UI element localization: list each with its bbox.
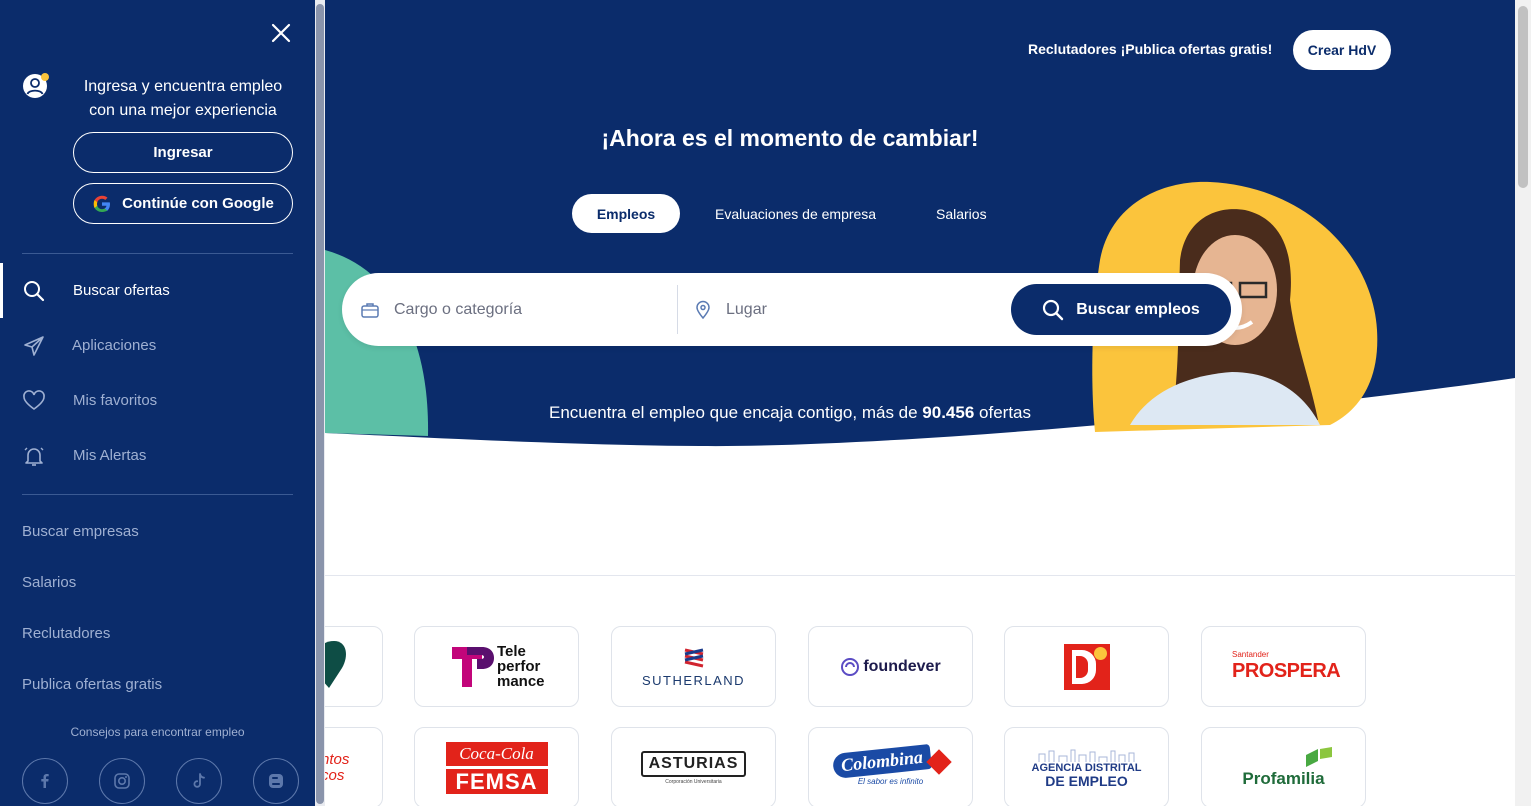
link-buscar-empresas[interactable]: Buscar empresas [22, 523, 139, 540]
foundever-text: foundever [863, 657, 941, 675]
nav-mis-alertas-label: Mis Alertas [73, 447, 147, 464]
page-scrollbar-thumb[interactable] [1518, 6, 1528, 188]
nav-aplicaciones[interactable]: Aplicaciones [0, 318, 315, 373]
offers-count: 90.456 [922, 403, 975, 422]
side-drawer: Ingresa y encuentra empleo con una mejor… [0, 0, 325, 806]
briefcase-icon [361, 302, 379, 318]
tab-salarios[interactable]: Salarios [936, 206, 987, 222]
company-card-profamilia[interactable]: Profamilia [1201, 727, 1366, 806]
company-card-foundever[interactable]: foundever [808, 626, 973, 707]
drawer-scrollbar-thumb[interactable] [316, 4, 324, 804]
nav-aplicaciones-label: Aplicaciones [72, 337, 157, 354]
search-bar: Cargo o categoría Lugar Buscar empleos [342, 273, 1242, 346]
company-card-sutherland[interactable]: SUTHERLAND [611, 626, 776, 707]
nav-mis-favoritos-label: Mis favoritos [73, 392, 158, 409]
job-search-placeholder: Cargo o categoría [394, 300, 523, 318]
facebook-button[interactable] [22, 758, 68, 804]
d1-logo [1063, 643, 1110, 690]
instagram-button[interactable] [99, 758, 145, 804]
heart-icon [23, 389, 45, 410]
asturias-text: ASTURIAS [640, 750, 747, 777]
search-tabs: Empleos [572, 194, 680, 233]
search-jobs-label: Buscar empleos [1076, 300, 1200, 318]
coca-cola-text: Coca-Cola [445, 741, 548, 766]
company-card-agencia-empleo[interactable]: AGENCIA DISTRITAL DE EMPLEO [1004, 727, 1169, 806]
company-card-asturias[interactable]: ASTURIAS Corporación Universitaria [611, 727, 776, 806]
colombina-text: Colombina [832, 743, 933, 780]
search-jobs-button[interactable]: Buscar empleos [1011, 284, 1231, 335]
profamilia-logo [1305, 746, 1332, 767]
job-search-input[interactable]: Cargo o categoría [360, 273, 522, 346]
blog-icon [269, 774, 283, 788]
page-scrollbar[interactable] [1515, 0, 1531, 806]
google-icon [93, 195, 111, 212]
drawer-divider-2 [22, 494, 293, 495]
agencia-bottom-text: DE EMPLEO [1045, 772, 1128, 789]
login-message: Ingresa y encuentra empleo con una mejor… [83, 78, 283, 119]
colombina-logo: Colombina [832, 743, 952, 780]
section-divider [325, 575, 1515, 576]
drawer-divider-1 [22, 253, 293, 254]
asturias-sub-text: Corporación Universitaria [665, 778, 722, 785]
company-card-d1[interactable]: D1 [1004, 626, 1169, 707]
map-pin-icon [696, 300, 710, 319]
drawer-scrollbar[interactable] [315, 0, 325, 806]
hero-subtitle: Encuentra el empleo que encaja contigo, … [470, 403, 1110, 423]
send-icon [24, 335, 44, 356]
nav-mis-favoritos[interactable]: Mis favoritos [0, 373, 315, 428]
link-publica-ofertas[interactable]: Publica ofertas gratis [22, 676, 162, 693]
create-cv-button[interactable]: Crear HdV [1293, 30, 1391, 70]
femsa-text: FEMSA [445, 768, 548, 794]
agencia-top-text: AGENCIA DISTRITAL [1031, 761, 1142, 774]
login-button-label: Ingresar [153, 144, 213, 161]
tiktok-button[interactable] [176, 758, 222, 804]
instagram-icon [114, 773, 130, 789]
partial-logo-text: ntos cos [321, 751, 350, 784]
company-card-teleperformance[interactable]: Tele perfor mance [414, 626, 579, 707]
nav-buscar-ofertas-label: Buscar ofertas [73, 282, 170, 299]
nav-buscar-ofertas[interactable]: Buscar ofertas [0, 263, 315, 318]
location-input[interactable]: Lugar [694, 273, 767, 346]
search-icon [1043, 299, 1064, 320]
company-card-coca-cola-femsa[interactable]: Coca-Cola FEMSA [414, 727, 579, 806]
hero-title: ¡Ahora es el momento de cambiar! [601, 125, 979, 151]
search-icon [24, 280, 45, 301]
close-icon[interactable] [268, 20, 294, 46]
tab-evaluaciones[interactable]: Evaluaciones de empresa [715, 206, 876, 222]
nav-mis-alertas[interactable]: Mis Alertas [0, 428, 315, 483]
santander-text: Santander [1232, 650, 1269, 659]
sutherland-logo [684, 648, 703, 667]
company-card-prospera[interactable]: Santander PROSPERA [1201, 626, 1366, 707]
google-login-button[interactable]: Continúe con Google [73, 183, 293, 224]
google-button-label: Continúe con Google [122, 195, 274, 212]
user-avatar-icon [23, 73, 49, 98]
facebook-icon [41, 774, 49, 788]
subtitle-suffix: ofertas [974, 403, 1031, 422]
prospera-text: PROSPERA [1232, 660, 1341, 682]
city-skyline-icon [1038, 749, 1134, 762]
login-button[interactable]: Ingresar [73, 132, 293, 173]
search-divider [677, 285, 678, 334]
company-card-colombina[interactable]: Colombina El sabor es infinito [808, 727, 973, 806]
sutherland-text: SUTHERLAND [641, 672, 746, 688]
subtitle-prefix: Encuentra el empleo que encaja contigo, … [549, 403, 923, 422]
bell-icon [24, 447, 44, 466]
colombina-sub-text: El sabor es infinito [857, 777, 924, 786]
tiktok-icon [193, 773, 205, 788]
location-placeholder: Lugar [726, 300, 767, 318]
recruiters-link[interactable]: Reclutadores ¡Publica ofertas gratis! [1028, 41, 1272, 57]
link-reclutadores[interactable]: Reclutadores [22, 625, 110, 642]
tab-empleos[interactable]: Empleos [572, 194, 680, 233]
foundever-logo [841, 657, 860, 676]
tips-heading: Consejos para encontrar empleo [70, 725, 245, 739]
profamilia-text: Profamilia [1242, 768, 1325, 788]
teleperformance-text: Tele perfor mance [497, 643, 545, 690]
blog-button[interactable] [253, 758, 299, 804]
link-salarios[interactable]: Salarios [22, 574, 76, 591]
